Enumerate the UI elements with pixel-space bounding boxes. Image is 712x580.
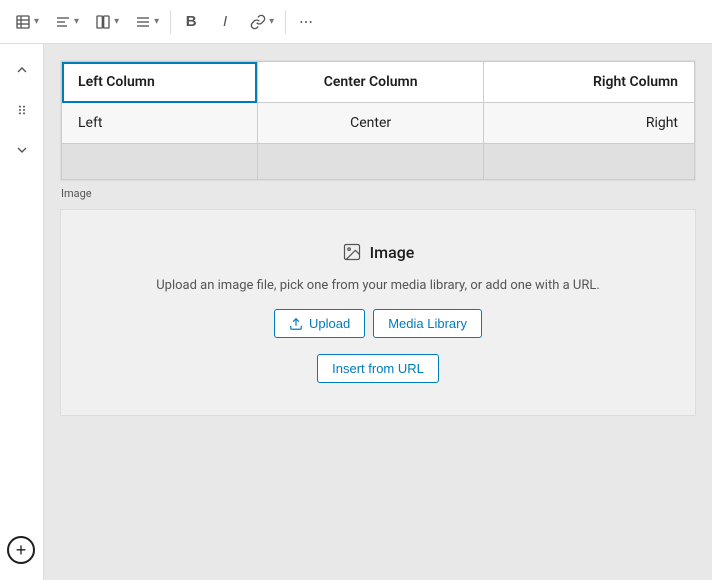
table-row <box>62 144 695 180</box>
media-library-button[interactable]: Media Library <box>373 309 482 338</box>
link-chevron: ▾ <box>269 16 274 27</box>
bold-icon: B <box>186 13 197 30</box>
more-options-button[interactable] <box>290 6 322 38</box>
table-chevron: ▾ <box>34 16 39 27</box>
text-align-chevron: ▾ <box>154 16 159 27</box>
table-header-row: Left Column Center Column Right Column <box>62 62 695 103</box>
more-icon <box>298 14 314 30</box>
align-left-icon <box>55 14 71 30</box>
insert-url-button[interactable]: Insert from URL <box>317 354 439 383</box>
right-column-header[interactable]: Right Column <box>484 62 695 103</box>
drag-icon <box>14 102 30 118</box>
columns-icon <box>95 14 111 30</box>
collapse-down-button[interactable] <box>4 132 40 168</box>
upload-button[interactable]: Upload <box>274 309 365 338</box>
image-block-actions: Upload Media Library <box>274 309 482 338</box>
link-button[interactable]: ▾ <box>243 6 281 38</box>
image-block-title: Image <box>342 242 415 262</box>
editor-toolbar: ▾ ▾ ▾ ▾ B I ▾ <box>0 0 712 44</box>
table-icon <box>15 14 31 30</box>
chevron-up-icon <box>14 62 30 78</box>
table-view-button[interactable]: ▾ <box>8 6 46 38</box>
italic-button[interactable]: I <box>209 6 241 38</box>
image-title-text: Image <box>370 243 415 262</box>
align-left-button[interactable]: ▾ <box>48 6 86 38</box>
drag-handle-button[interactable] <box>4 92 40 128</box>
upload-button-label: Upload <box>309 316 350 331</box>
content-table: Left Column Center Column Right Column L… <box>61 61 695 180</box>
chevron-down-icon <box>14 142 30 158</box>
divider-2 <box>285 10 286 34</box>
collapse-up-button[interactable] <box>4 52 40 88</box>
right-cell-2[interactable] <box>484 144 695 180</box>
center-cell-1[interactable]: Center <box>257 103 483 144</box>
left-sidebar: + <box>0 44 44 580</box>
block-label: Image <box>61 187 92 200</box>
image-block-description: Upload an image file, pick one from your… <box>156 278 600 293</box>
center-cell-2[interactable] <box>257 144 483 180</box>
divider-1 <box>170 10 171 34</box>
italic-icon: I <box>223 13 227 30</box>
align-left-chevron: ▾ <box>74 16 79 27</box>
right-cell-1[interactable]: Right <box>484 103 695 144</box>
table-row: Left Center Right <box>62 103 695 144</box>
left-column-header[interactable]: Left Column <box>62 62 258 103</box>
bold-button[interactable]: B <box>175 6 207 38</box>
left-cell-1[interactable]: Left <box>62 103 258 144</box>
table-block: Left Column Center Column Right Column L… <box>60 60 696 181</box>
text-align-button[interactable]: ▾ <box>128 6 166 38</box>
upload-icon <box>289 317 303 331</box>
text-align-icon <box>135 14 151 30</box>
columns-chevron: ▾ <box>114 16 119 27</box>
main-content: Left Column Center Column Right Column L… <box>44 44 712 580</box>
table-wrapper: Left Column Center Column Right Column L… <box>61 61 695 180</box>
add-block-button[interactable]: + <box>7 536 35 564</box>
center-column-header[interactable]: Center Column <box>257 62 483 103</box>
left-cell-2[interactable] <box>62 144 258 180</box>
link-icon <box>250 14 266 30</box>
media-library-label: Media Library <box>388 316 467 331</box>
columns-button[interactable]: ▾ <box>88 6 126 38</box>
image-icon <box>342 242 362 262</box>
add-block-icon: + <box>16 541 27 559</box>
image-block: Image Upload an image file, pick one fro… <box>60 209 696 416</box>
insert-url-label: Insert from URL <box>332 361 424 376</box>
